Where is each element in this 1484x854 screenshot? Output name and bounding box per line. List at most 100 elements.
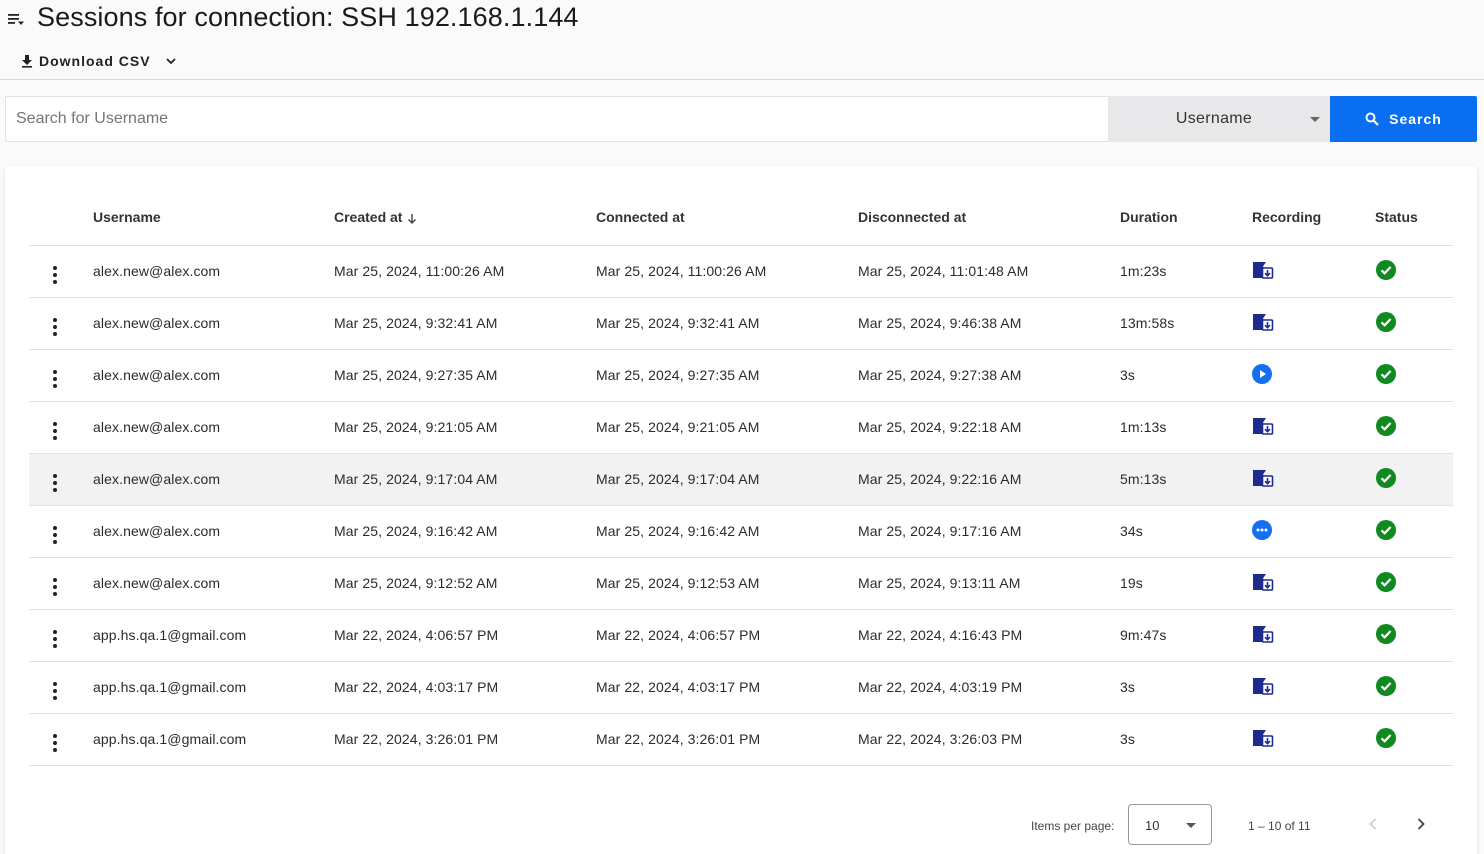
cell-created-at: Mar 25, 2024, 9:17:04 AM [334, 453, 596, 506]
table-row[interactable]: alex.new@alex.com Mar 25, 2024, 9:12:52 A… [29, 557, 1453, 610]
cell-status [1375, 505, 1453, 558]
recording-download-icon[interactable] [1252, 416, 1274, 439]
recording-pending-icon[interactable] [1252, 519, 1272, 543]
table-row[interactable]: alex.new@alex.com Mar 25, 2024, 9:27:35 A… [29, 349, 1453, 402]
cell-recording [1252, 349, 1375, 402]
cell-duration: 34s [1120, 505, 1252, 558]
cell-connected-at: Mar 25, 2024, 9:32:41 AM [596, 297, 858, 350]
cell-disconnected-at: Mar 22, 2024, 3:26:03 PM [858, 713, 1120, 766]
dropdown-caret-icon [1186, 823, 1196, 828]
cell-duration: 13m:58s [1120, 297, 1252, 350]
cell-connected-at: Mar 25, 2024, 9:12:53 AM [596, 557, 858, 610]
cell-created-at: Mar 25, 2024, 9:12:52 AM [334, 557, 596, 610]
cell-username: alex.new@alex.com [93, 557, 334, 610]
actions-header [29, 190, 93, 246]
more-vert-icon[interactable] [51, 576, 59, 598]
arrow-down-icon [408, 213, 417, 224]
row-actions-cell [29, 505, 93, 558]
recording-download-icon[interactable] [1252, 260, 1274, 283]
items-per-page-value: 10 [1145, 818, 1160, 833]
row-actions-cell [29, 453, 93, 506]
status-check-icon [1376, 727, 1396, 751]
row-actions-cell [29, 349, 93, 402]
more-vert-icon[interactable] [51, 472, 59, 494]
table-row[interactable]: alex.new@alex.com Mar 25, 2024, 9:16:42 A… [29, 505, 1453, 558]
search-input[interactable] [5, 96, 1108, 142]
header-duration[interactable]: Duration [1120, 190, 1252, 246]
next-page-icon[interactable] [1409, 812, 1433, 836]
cell-connected-at: Mar 22, 2024, 4:06:57 PM [596, 609, 858, 662]
cell-username: app.hs.qa.1@gmail.com [93, 713, 334, 766]
status-check-icon [1376, 415, 1396, 439]
cell-duration: 3s [1120, 713, 1252, 766]
more-vert-icon[interactable] [51, 316, 59, 338]
more-vert-icon[interactable] [51, 368, 59, 390]
header-recording[interactable]: Recording [1252, 190, 1375, 246]
header-disconnected-at[interactable]: Disconnected at [858, 190, 1120, 246]
cell-created-at: Mar 22, 2024, 4:06:57 PM [334, 609, 596, 662]
search-field-select[interactable]: Username [1108, 96, 1330, 142]
recording-download-icon[interactable] [1252, 312, 1274, 335]
recording-download-icon[interactable] [1252, 676, 1274, 699]
cell-duration: 9m:47s [1120, 609, 1252, 662]
more-vert-icon[interactable] [51, 264, 59, 286]
header-username[interactable]: Username [93, 190, 334, 246]
list-filter-icon[interactable] [8, 11, 24, 27]
cell-disconnected-at: Mar 25, 2024, 9:22:18 AM [858, 401, 1120, 454]
recording-download-icon[interactable] [1252, 624, 1274, 647]
cell-username: alex.new@alex.com [93, 401, 334, 454]
recording-download-icon[interactable] [1252, 572, 1274, 595]
cell-status [1375, 453, 1453, 506]
status-check-icon [1376, 311, 1396, 335]
cell-status [1375, 297, 1453, 350]
cell-created-at: Mar 25, 2024, 9:27:35 AM [334, 349, 596, 402]
chevron-down-icon[interactable] [164, 54, 178, 68]
cell-status [1375, 661, 1453, 714]
sessions-card: Username Created at Connected at Disconn… [5, 166, 1477, 854]
cell-recording [1252, 557, 1375, 610]
table-row[interactable]: alex.new@alex.com Mar 25, 2024, 9:17:04 A… [29, 453, 1453, 506]
more-vert-icon[interactable] [51, 732, 59, 754]
status-check-icon [1376, 259, 1396, 283]
status-check-icon [1376, 467, 1396, 491]
status-check-icon [1376, 519, 1396, 543]
cell-created-at: Mar 25, 2024, 9:32:41 AM [334, 297, 596, 350]
cell-connected-at: Mar 25, 2024, 9:16:42 AM [596, 505, 858, 558]
page-title: Sessions for connection: SSH 192.168.1.1… [37, 2, 579, 32]
table-row[interactable]: alex.new@alex.com Mar 25, 2024, 9:32:41 A… [29, 297, 1453, 350]
recording-download-icon[interactable] [1252, 468, 1274, 491]
more-vert-icon[interactable] [51, 420, 59, 442]
more-vert-icon[interactable] [51, 680, 59, 702]
table-row[interactable]: alex.new@alex.com Mar 25, 2024, 9:21:05 A… [29, 401, 1453, 454]
search-button[interactable]: Search [1330, 96, 1477, 142]
download-csv-label: Download CSV [39, 53, 151, 69]
cell-disconnected-at: Mar 25, 2024, 9:13:11 AM [858, 557, 1120, 610]
cell-disconnected-at: Mar 22, 2024, 4:16:43 PM [858, 609, 1120, 662]
cell-status [1375, 557, 1453, 610]
table-row[interactable]: alex.new@alex.com Mar 25, 2024, 11:00:26 … [29, 245, 1453, 298]
table-row[interactable]: app.hs.qa.1@gmail.com Mar 22, 2024, 4:03:… [29, 661, 1453, 714]
header-created-at[interactable]: Created at [334, 190, 596, 246]
recording-download-icon[interactable] [1252, 728, 1274, 751]
cell-duration: 19s [1120, 557, 1252, 610]
table-row[interactable]: app.hs.qa.1@gmail.com Mar 22, 2024, 3:26:… [29, 713, 1453, 766]
previous-page-icon[interactable] [1361, 812, 1385, 836]
row-actions-cell [29, 609, 93, 662]
cell-connected-at: Mar 25, 2024, 11:00:26 AM [596, 245, 858, 298]
download-csv-button[interactable]: Download CSV [20, 48, 178, 74]
items-per-page-select[interactable]: 10 [1128, 804, 1212, 845]
cell-recording [1252, 505, 1375, 558]
cell-disconnected-at: Mar 22, 2024, 4:03:19 PM [858, 661, 1120, 714]
cell-created-at: Mar 25, 2024, 11:00:26 AM [334, 245, 596, 298]
header-status[interactable]: Status [1375, 190, 1453, 246]
row-actions-cell [29, 661, 93, 714]
recording-play-icon[interactable] [1252, 363, 1272, 387]
cell-connected-at: Mar 22, 2024, 3:26:01 PM [596, 713, 858, 766]
more-vert-icon[interactable] [51, 524, 59, 546]
sessions-table: Username Created at Connected at Disconn… [29, 190, 1453, 766]
more-vert-icon[interactable] [51, 628, 59, 650]
cell-disconnected-at: Mar 25, 2024, 11:01:48 AM [858, 245, 1120, 298]
header-connected-at[interactable]: Connected at [596, 190, 858, 246]
cell-recording [1252, 661, 1375, 714]
table-row[interactable]: app.hs.qa.1@gmail.com Mar 22, 2024, 4:06:… [29, 609, 1453, 662]
